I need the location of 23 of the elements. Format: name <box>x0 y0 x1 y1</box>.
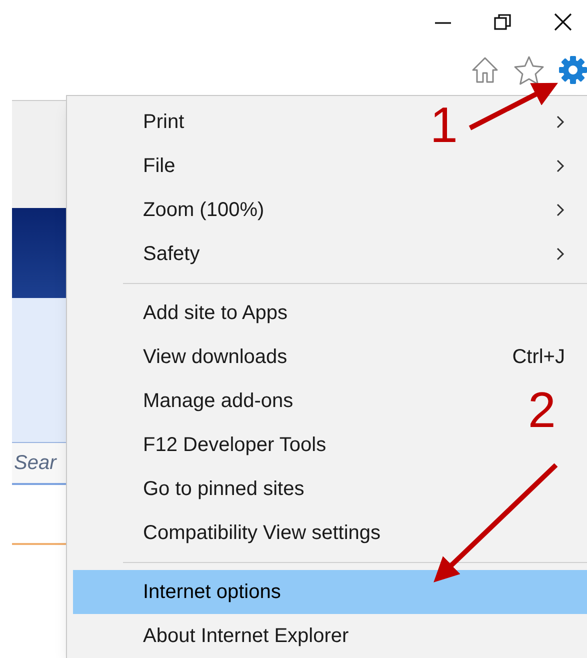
chevron-right-icon <box>556 247 565 261</box>
menu-item[interactable]: Zoom (100%) <box>143 199 264 221</box>
menu-item[interactable]: About Internet Explorer <box>143 625 349 647</box>
chevron-right-icon <box>556 159 565 173</box>
step-number: 2 <box>528 385 556 435</box>
menu-item[interactable]: Safety <box>143 243 200 265</box>
chevron-right-icon <box>556 115 565 129</box>
restore-icon[interactable] <box>493 12 513 32</box>
settings-icon[interactable] <box>557 54 587 86</box>
menu-item[interactable]: Go to pinned sites <box>143 478 304 500</box>
shortcut-label: Ctrl+J <box>512 345 565 370</box>
menu-item[interactable]: F12 Developer Tools <box>143 434 326 456</box>
menu-item[interactable]: File <box>143 155 176 177</box>
menu-item[interactable]: Internet options <box>143 581 281 603</box>
menu-item[interactable]: Manage add-ons <box>143 390 294 412</box>
chevron-right-icon <box>556 203 565 217</box>
step-number: 1 <box>430 100 458 150</box>
star-icon[interactable] <box>513 54 545 86</box>
menu-item[interactable]: Compatibility View settings <box>143 522 381 544</box>
menu-item[interactable]: Add site to Apps <box>143 302 288 324</box>
menu-item[interactable]: View downloads <box>143 346 288 368</box>
close-icon[interactable] <box>553 12 573 32</box>
menu-item[interactable]: Print <box>143 111 184 133</box>
